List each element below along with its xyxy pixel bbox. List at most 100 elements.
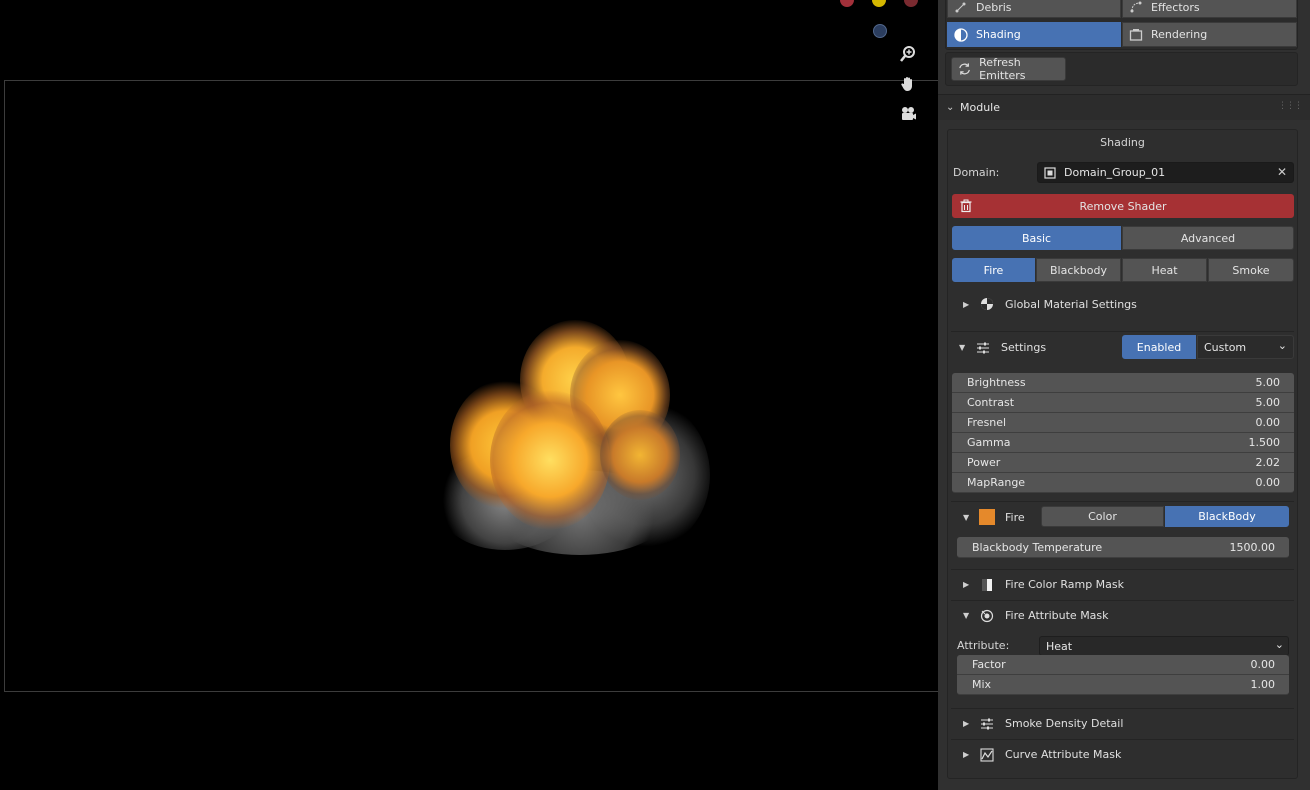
- basic-mode-label: Basic: [1021, 231, 1052, 245]
- domain-label: Domain:: [953, 166, 1000, 179]
- attribute-label: Attribute:: [957, 639, 1010, 652]
- fire-blackbody-button[interactable]: BlackBody: [1165, 506, 1289, 527]
- settings-row-label: MapRange: [967, 476, 1026, 489]
- mix-label: Mix: [972, 678, 992, 691]
- factor-value: 0.00: [1250, 658, 1276, 671]
- settings-row-value: 0.00: [1255, 476, 1281, 489]
- settings-row-brightness[interactable]: Brightness 5.00: [952, 373, 1294, 393]
- preset-dropdown[interactable]: Custom ⌄: [1197, 335, 1294, 359]
- curve-attribute-mask-header[interactable]: ▶ Curve Attribute Mask: [951, 739, 1294, 769]
- settings-row-contrast[interactable]: Contrast 5.00: [952, 393, 1294, 413]
- factor-field[interactable]: Factor 0.00: [957, 655, 1289, 675]
- attribute-value: Heat: [1046, 639, 1073, 653]
- tab-rendering[interactable]: Rendering: [1122, 22, 1297, 47]
- fire-blackbody-label: BlackBody: [1198, 510, 1256, 523]
- tab-rendering-label: Rendering: [1151, 28, 1208, 41]
- module-header[interactable]: ⌄ Module ⋮⋮⋮: [938, 94, 1310, 120]
- refresh-emitters-button[interactable]: Refresh Emitters: [951, 56, 1066, 82]
- module-title: Module: [960, 101, 1000, 114]
- tab-heat[interactable]: Heat: [1122, 258, 1207, 282]
- attribute-icon: [979, 608, 995, 624]
- settings-row-label: Power: [967, 456, 1001, 469]
- settings-title: Settings: [1001, 341, 1047, 354]
- settings-row-value: 5.00: [1255, 376, 1281, 389]
- fire-attribute-mask-header[interactable]: ▼ Fire Attribute Mask: [951, 600, 1294, 630]
- tab-effectors-label: Effectors: [1151, 0, 1200, 14]
- fire-title: Fire: [1005, 510, 1025, 524]
- fire-color-ramp-mask-label: Fire Color Ramp Mask: [1005, 578, 1125, 591]
- settings-row-maprange[interactable]: MapRange 0.00: [952, 473, 1294, 493]
- factor-label: Factor: [972, 658, 1006, 671]
- domain-value: Domain_Group_01: [1064, 166, 1166, 179]
- gizmo-x-axis-dot[interactable]: [840, 0, 854, 7]
- basic-mode-button[interactable]: Basic: [952, 226, 1121, 250]
- settings-row-value: 1.500: [1248, 436, 1281, 449]
- gizmo-y-axis-dot[interactable]: [872, 0, 886, 7]
- global-material-settings-label: Global Material Settings: [1005, 297, 1137, 311]
- collapse-arrow-icon: ▼: [963, 512, 970, 522]
- remove-shader-button[interactable]: Remove Shader: [952, 194, 1294, 218]
- domain-field[interactable]: Domain_Group_01 ✕: [1037, 162, 1294, 183]
- advanced-mode-label: Advanced: [1180, 231, 1236, 245]
- chevron-down-icon: ⌄: [1274, 638, 1284, 651]
- clear-icon[interactable]: ✕: [1277, 165, 1287, 179]
- refresh-emitters-label: Refresh Emitters: [979, 56, 1026, 82]
- pan-hand-icon[interactable]: [898, 74, 918, 94]
- mix-field[interactable]: Mix 1.00: [957, 675, 1289, 695]
- curve-icon: [979, 747, 995, 763]
- tab-fire[interactable]: Fire: [952, 258, 1035, 282]
- settings-row-value: 0.00: [1255, 416, 1281, 429]
- sliders-icon: [979, 716, 995, 732]
- settings-row-fresnel[interactable]: Fresnel 0.00: [952, 413, 1294, 433]
- tab-heat-label: Heat: [1151, 263, 1178, 277]
- tab-fire-label: Fire: [983, 263, 1004, 277]
- tab-shading-label: Shading: [976, 28, 1021, 41]
- settings-row-label: Brightness: [967, 376, 1026, 389]
- gizmo-neg-x-dot[interactable]: [904, 0, 918, 7]
- collapse-arrow-icon: ▼: [963, 611, 970, 620]
- fire-color-label: Color: [1088, 510, 1117, 523]
- fire-color-button[interactable]: Color: [1041, 506, 1164, 527]
- expand-arrow-icon: ▶: [963, 750, 970, 759]
- advanced-mode-button[interactable]: Advanced: [1122, 226, 1294, 250]
- mix-value: 1.00: [1250, 678, 1276, 691]
- blackbody-temperature-value: 1500.00: [1229, 540, 1276, 554]
- section-title: Shading: [1100, 136, 1145, 149]
- trash-icon: [960, 199, 972, 213]
- fire-attribute-mask-label: Fire Attribute Mask: [1005, 609, 1109, 622]
- preset-value: Custom: [1204, 340, 1247, 354]
- fire-color-swatch[interactable]: [979, 509, 995, 525]
- tab-effectors[interactable]: Effectors: [1122, 0, 1297, 18]
- smoke-density-detail-header[interactable]: ▶ Smoke Density Detail: [951, 708, 1294, 738]
- material-icon: [979, 296, 995, 312]
- settings-row-label: Fresnel: [967, 416, 1007, 429]
- drag-handle-icon[interactable]: ⋮⋮⋮: [1278, 101, 1303, 111]
- zoom-icon[interactable]: [898, 44, 918, 64]
- gizmo-neg-z-dot[interactable]: [873, 24, 887, 38]
- sliders-icon: [975, 340, 991, 356]
- tab-blackbody-label: Blackbody: [1050, 263, 1107, 277]
- tab-blackbody[interactable]: Blackbody: [1036, 258, 1121, 282]
- settings-row-label: Gamma: [967, 436, 1011, 449]
- enabled-toggle[interactable]: Enabled: [1122, 335, 1196, 359]
- settings-row-value: 5.00: [1255, 396, 1281, 409]
- settings-row-gamma[interactable]: Gamma 1.500: [952, 433, 1294, 453]
- settings-row-power[interactable]: Power 2.02: [952, 453, 1294, 473]
- tab-smoke[interactable]: Smoke: [1208, 258, 1294, 282]
- tab-shading[interactable]: Shading: [947, 22, 1121, 47]
- tab-debris[interactable]: Debris: [947, 0, 1121, 18]
- blackbody-temperature-label: Blackbody Temperature: [972, 540, 1103, 554]
- global-material-settings-header[interactable]: ▶ Global Material Settings: [951, 289, 1294, 319]
- enabled-label: Enabled: [1136, 340, 1182, 354]
- fire-color-ramp-mask-header[interactable]: ▶ Fire Color Ramp Mask: [951, 569, 1294, 599]
- blackbody-temperature-field[interactable]: Blackbody Temperature 1500.00: [957, 537, 1289, 558]
- properties-panel: Debris Effectors Shading Rendering Refre…: [938, 0, 1310, 790]
- 3d-viewport[interactable]: [0, 0, 944, 790]
- collapse-arrow-icon: ▼: [959, 343, 966, 352]
- camera-view-icon[interactable]: [898, 104, 918, 124]
- rendering-icon: [1129, 28, 1143, 41]
- attribute-dropdown[interactable]: Heat ⌄: [1039, 636, 1289, 656]
- effectors-icon: [1130, 1, 1142, 13]
- debris-icon: [955, 2, 966, 13]
- tab-smoke-label: Smoke: [1232, 263, 1270, 277]
